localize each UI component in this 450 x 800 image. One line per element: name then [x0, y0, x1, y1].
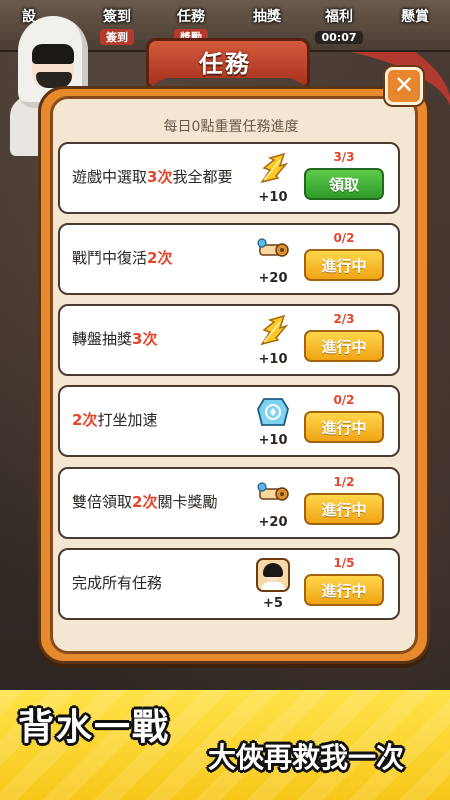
nav-checkin-badge: 簽到	[100, 29, 134, 45]
task-description: 雙倍領取2次關卡獎勵	[72, 493, 218, 511]
task-row: 戰鬥中復活2次 +20 0/2 進行中	[58, 223, 400, 295]
blue-gem-icon	[257, 398, 289, 426]
task-progress: 3/3	[333, 150, 355, 164]
close-button[interactable]: ✕	[385, 67, 423, 105]
nav-bounty-label: 懸賞	[401, 9, 429, 25]
in-progress-button[interactable]: 進行中	[304, 249, 384, 281]
nav-bounty[interactable]: 懸賞	[386, 4, 444, 46]
in-progress-button[interactable]: 進行中	[304, 411, 384, 443]
task-progress: 1/5	[333, 556, 355, 570]
nav-welfare-timer: 00:07	[315, 31, 363, 44]
in-progress-button[interactable]: 進行中	[304, 330, 384, 362]
in-progress-button[interactable]: 進行中	[304, 493, 384, 525]
task-progress: 2/3	[333, 312, 355, 326]
nav-checkin-label: 簽到	[103, 9, 131, 25]
claim-button[interactable]: 領取	[304, 168, 384, 200]
nav-welfare-label: 福利	[325, 9, 353, 25]
task-description: 戰鬥中復活2次	[72, 249, 173, 267]
nav-checkin[interactable]: 簽到 簽到	[88, 4, 146, 46]
task-row: 2次打坐加速 +10 0/2 進行中	[58, 385, 400, 457]
promo-slogan-main: 背水一戰	[18, 707, 171, 748]
task-row: 轉盤抽獎3次 +10 2/3 進行中	[58, 304, 400, 376]
reward-amount: +10	[258, 190, 288, 205]
in-progress-button[interactable]: 進行中	[304, 574, 384, 606]
promo-slogan-sub: 大俠再救我一次	[208, 741, 405, 774]
nav-tasks-label: 任務	[177, 9, 205, 25]
reward-amount: +20	[258, 271, 288, 286]
task-description: 完成所有任務	[72, 574, 163, 592]
task-progress: 0/2	[333, 231, 355, 245]
reward-amount: +10	[258, 433, 288, 448]
gold-feather-icon	[260, 314, 289, 346]
task-progress: 0/2	[333, 393, 355, 407]
character-avatar-icon	[256, 558, 290, 592]
task-description: 轉盤抽獎3次	[72, 330, 158, 348]
gold-feather-icon	[260, 152, 289, 184]
nav-lottery-label: 抽獎	[253, 9, 281, 25]
task-row: 雙倍領取2次關卡獎勵 +20 1/2 進行中	[58, 467, 400, 539]
modal-title: 任務	[199, 50, 251, 78]
task-description: 遊戲中選取3次我全都要	[72, 168, 233, 186]
scroll-icon	[257, 238, 289, 257]
task-row: 完成所有任務 +5 1/5 進行中	[58, 548, 400, 620]
task-description: 2次打坐加速	[72, 411, 158, 429]
task-progress: 1/2	[333, 475, 355, 489]
nav-welfare[interactable]: 福利 00:07	[310, 4, 368, 46]
reward-amount: +10	[258, 352, 288, 367]
reward-amount: +5	[263, 596, 283, 611]
task-row: 遊戲中選取3次我全都要 +10 3/3 領取	[58, 142, 400, 214]
character-hair	[32, 44, 74, 64]
reward-amount: +20	[258, 515, 288, 530]
reset-note: 每日0點重置任務進度	[163, 119, 299, 135]
scroll-icon	[257, 482, 289, 501]
